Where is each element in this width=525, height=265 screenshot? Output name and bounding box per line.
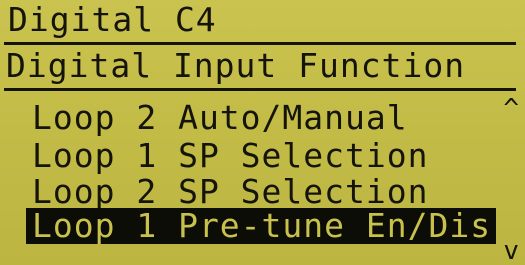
menu-item-loop2-auto-manual[interactable]: Loop 2 Auto/Manual	[32, 100, 408, 136]
menu-item-loop2-sp-selection[interactable]: Loop 2 SP Selection	[32, 174, 429, 210]
chevron-up-icon[interactable]: ^	[503, 96, 519, 122]
menu-item-loop1-sp-selection[interactable]: Loop 1 SP Selection	[32, 138, 429, 174]
menu-item-loop1-pretune-selected[interactable]: Loop 1 Pre-tune En/Dis	[26, 208, 496, 244]
screen-title: Digital C4	[8, 0, 217, 39]
title-divider	[4, 42, 516, 45]
screen-subtitle: Digital Input Function	[6, 46, 466, 85]
subtitle-divider	[4, 88, 516, 91]
lcd-display: Digital C4 Digital Input Function Loop 2…	[0, 0, 525, 265]
chevron-down-icon[interactable]: v	[503, 238, 519, 264]
